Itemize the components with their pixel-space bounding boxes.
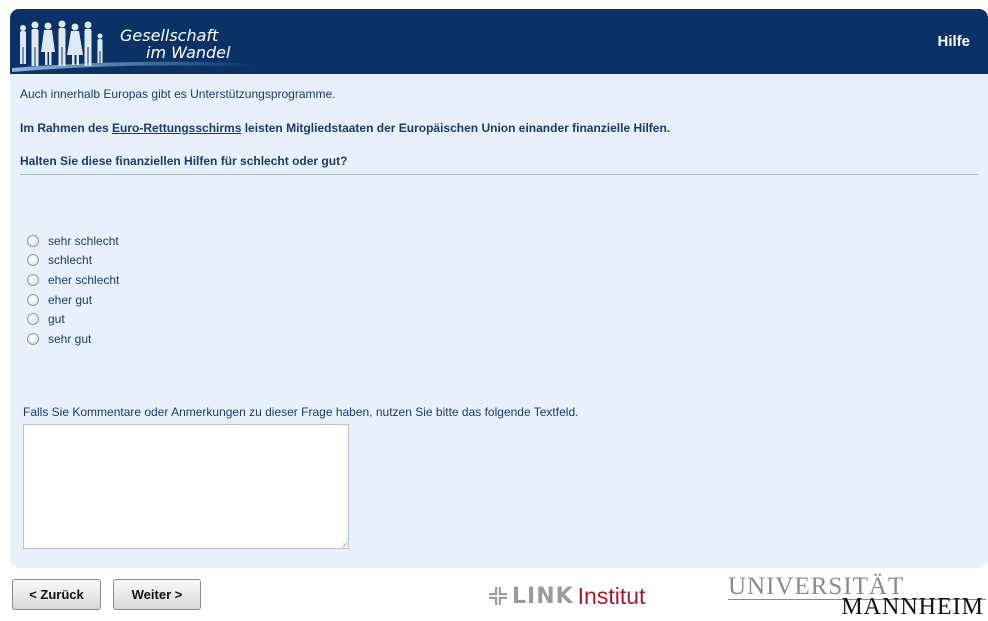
comment-label: Falls Sie Kommentare oder Anmerkungen zu… — [23, 405, 579, 419]
universitaet-mannheim-logo: UNIVERSITÄT MANNHEIM — [728, 573, 986, 620]
radio-button[interactable] — [27, 332, 39, 345]
statement-text: Im Rahmen des Euro-Rettungsschirms leist… — [20, 121, 670, 135]
option-label: eher schlecht — [48, 272, 120, 287]
option-gut[interactable]: gut — [27, 309, 119, 329]
link-logo-word: LINK — [512, 583, 574, 609]
option-sehr-gut[interactable]: sehr gut — [27, 329, 119, 349]
help-link[interactable]: Hilfe — [937, 33, 970, 50]
survey-panel: Gesellschaft im Wandel Hilfe Auch innerh… — [10, 9, 988, 568]
statement-suffix: leisten Mitgliedstaaten der Europäischen… — [241, 121, 671, 135]
header-bar: Gesellschaft im Wandel Hilfe — [10, 9, 988, 74]
euro-rettungsschirm-link[interactable]: Euro-Rettungsschirms — [112, 121, 241, 135]
option-sehr-schlecht[interactable]: sehr schlecht — [27, 231, 119, 251]
link-cross-icon — [489, 587, 507, 605]
radio-button[interactable] — [27, 273, 39, 286]
next-button[interactable]: Weiter > — [113, 579, 201, 610]
link-institut-logo: LINK Institut — [488, 583, 645, 609]
radio-button[interactable] — [27, 254, 39, 267]
answer-options: sehr schlecht schlecht eher schlecht ehe… — [27, 231, 119, 349]
option-label: sehr gut — [48, 331, 92, 346]
option-label: eher gut — [48, 292, 93, 307]
logo-text: Gesellschaft im Wandel — [120, 27, 230, 61]
statement-prefix: Im Rahmen des — [20, 121, 113, 135]
link-logo-institut: Institut — [577, 582, 646, 609]
comment-textarea[interactable] — [23, 424, 349, 549]
option-label: schlecht — [48, 253, 93, 268]
intro-text: Auch innerhalb Europas gibt es Unterstüt… — [20, 87, 336, 101]
divider — [20, 174, 978, 175]
radio-button[interactable] — [27, 293, 39, 306]
logo-line-2: im Wandel — [146, 43, 231, 62]
radio-button[interactable] — [27, 234, 39, 247]
back-button[interactable]: < Zurück — [12, 579, 101, 610]
option-label: sehr schlecht — [48, 233, 119, 248]
option-schlecht[interactable]: schlecht — [27, 251, 119, 271]
gesellschaft-im-wandel-logo: Gesellschaft im Wandel — [12, 14, 257, 72]
option-eher-schlecht[interactable]: eher schlecht — [27, 270, 119, 290]
radio-button[interactable] — [27, 313, 39, 326]
option-eher-gut[interactable]: eher gut — [27, 290, 119, 310]
question-text: Halten Sie diese finanziellen Hilfen für… — [20, 154, 348, 168]
option-label: gut — [48, 312, 65, 327]
